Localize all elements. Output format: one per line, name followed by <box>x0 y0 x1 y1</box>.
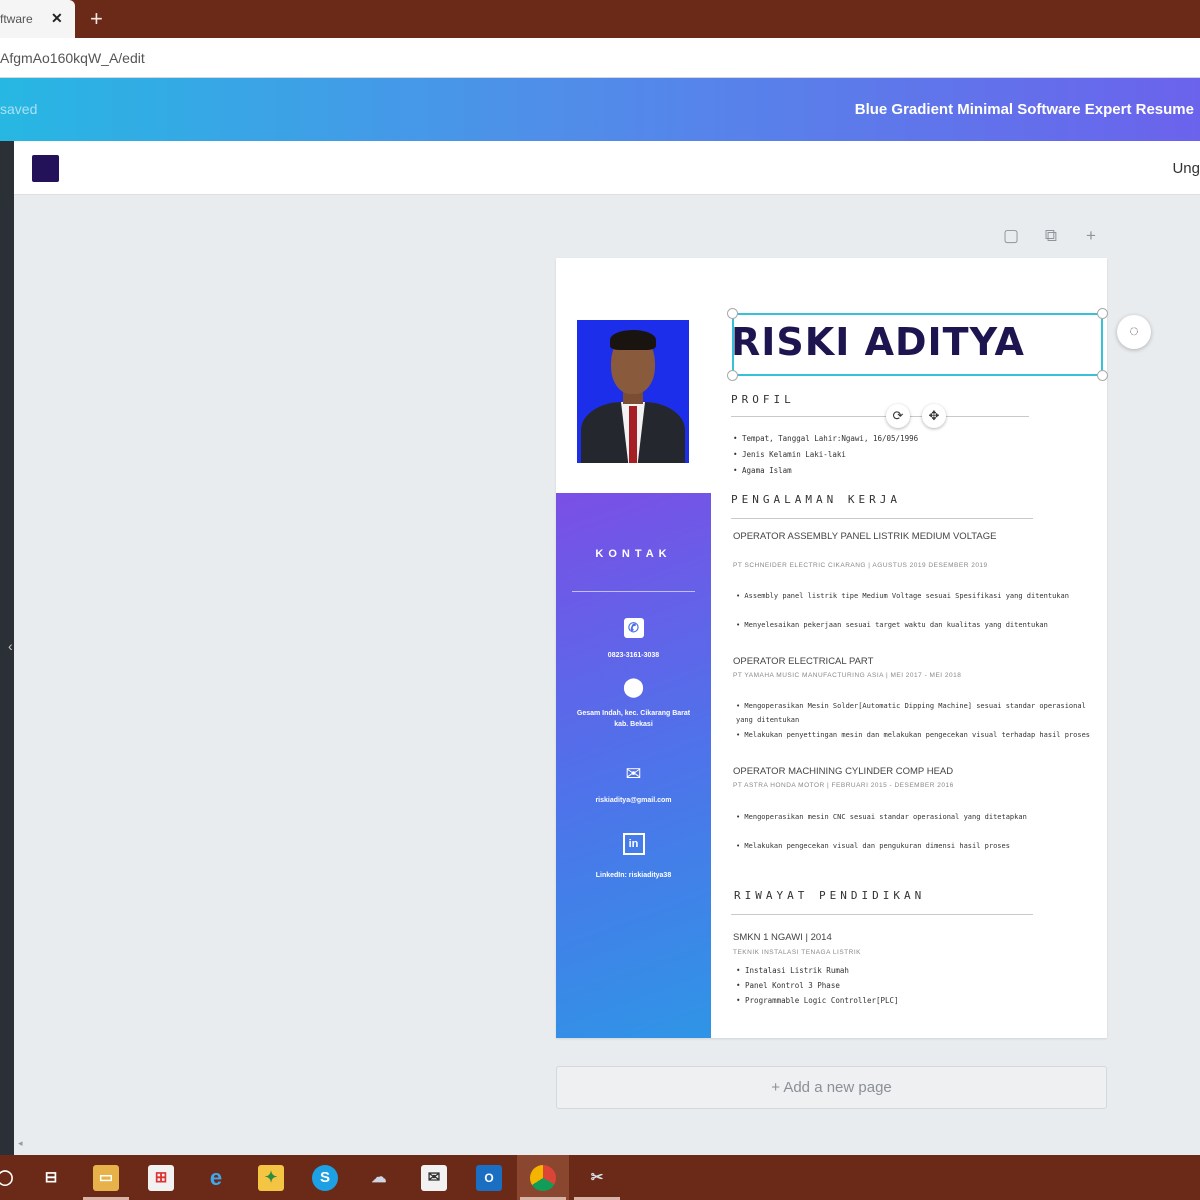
editor-toolbar: Ung <box>14 141 1200 195</box>
windows-logo-icon[interactable]: ◯ <box>0 1165 18 1191</box>
address-bar[interactable]: AfgmAo160kqW_A/edit <box>0 38 1200 78</box>
snipping-tool-icon[interactable]: ✂ <box>584 1165 610 1191</box>
job-meta: PT YAMAHA MUSIC MANUFACTURING ASIA | MEI… <box>733 672 962 679</box>
school-meta: TEKNIK INSTALASI TENAGA LISTRIK <box>733 949 861 956</box>
text-color-swatch[interactable] <box>32 155 59 182</box>
job-bullet: • Melakukan penyettingan mesin dan melak… <box>736 731 1091 739</box>
editor-header: saved Blue Gradient Minimal Software Exp… <box>0 78 1200 141</box>
contact-linkedin: LinkedIn: riskiaditya38 <box>595 872 672 879</box>
edge-icon[interactable]: e <box>203 1165 229 1191</box>
tab-title: ftware <box>0 12 33 26</box>
mail-icon[interactable]: ✉ <box>421 1165 447 1191</box>
profil-divider <box>731 416 1029 417</box>
location-pin-icon: ⬤ <box>622 677 645 698</box>
document-title[interactable]: Blue Gradient Minimal Software Expert Re… <box>855 101 1194 118</box>
job-bullet: • Menyelesaikan pekerjaan sesuai target … <box>736 621 1048 629</box>
comment-icon[interactable]: ◌ <box>1117 315 1151 349</box>
contact-address: Gesam Indah, kec. Cikarang Barat kab. Be… <box>576 710 691 728</box>
school-item: • Instalasi Listrik Rumah <box>736 966 849 975</box>
save-status: saved <box>0 101 38 117</box>
school-item: • Programmable Logic Controller[PLC] <box>736 996 899 1005</box>
pendidikan-divider <box>731 914 1033 915</box>
toolbar-font-button[interactable]: Ung <box>1172 160 1200 177</box>
job-meta: PT ASTRA HONDA MOTOR | FEBRUARI 2015 - D… <box>733 782 954 789</box>
new-tab-button[interactable]: + <box>90 6 103 32</box>
contact-sidebar[interactable]: KONTAK ✆ 0823-3161-3038 ⬤ Gesam Indah, k… <box>556 493 711 1038</box>
note-icon[interactable]: ▢ <box>1000 226 1022 248</box>
job-bullet: • Melakukan pengecekan visual dan penguk… <box>736 842 1010 850</box>
tab-close-icon[interactable]: ✕ <box>51 10 63 27</box>
pengalaman-heading: PENGALAMAN KERJA <box>731 493 901 506</box>
task-view-icon[interactable]: ⊟ <box>38 1165 64 1191</box>
job-bullet: • Assembly panel listrik tipe Medium Vol… <box>736 592 1069 600</box>
pengalaman-divider <box>731 518 1033 519</box>
job-bullet: • Mengoperasikan mesin CNC sesuai standa… <box>736 813 1027 821</box>
add-page-icon[interactable]: + <box>1080 226 1102 248</box>
job-bullet: • Mengoperasikan Mesin Solder[Automatic … <box>736 702 1086 724</box>
contact-phone: 0823-3161-3038 <box>607 652 660 659</box>
scroll-left-icon[interactable]: ◂ <box>18 1138 23 1149</box>
move-icon[interactable]: ✥ <box>922 404 946 428</box>
job-title: OPERATOR ASSEMBLY PANEL LISTRIK MEDIUM V… <box>733 531 997 542</box>
chrome-icon[interactable] <box>530 1165 556 1191</box>
school-name: SMKN 1 NGAWI | 2014 <box>733 932 832 943</box>
resize-handle[interactable] <box>727 308 738 319</box>
school-item: • Panel Kontrol 3 Phase <box>736 981 840 990</box>
phone-icon: ✆ <box>556 616 711 638</box>
browser-tab[interactable]: ftware ✕ <box>0 0 75 38</box>
resize-handle[interactable] <box>1097 308 1108 319</box>
pendidikan-heading: RIWAYAT PENDIDIKAN <box>734 889 926 902</box>
rotate-icon[interactable]: ⟳ <box>886 404 910 428</box>
file-explorer-icon[interactable]: ▭ <box>93 1165 119 1191</box>
mail-icon: ✉ <box>625 764 642 785</box>
linkedin-icon: in <box>556 831 711 855</box>
windows-taskbar: ◯ ⊟ ▭ ⊞ e ✦ S ☁ ✉ O ✂ <box>0 1155 1200 1200</box>
profil-item: • Jenis Kelamin Laki-laki <box>733 450 846 459</box>
job-meta: PT SCHNEIDER ELECTRIC CIKARANG | AGUSTUS… <box>733 562 988 569</box>
selection-box[interactable] <box>732 313 1103 376</box>
profile-photo[interactable] <box>577 320 689 463</box>
outlook-icon[interactable]: O <box>476 1165 502 1191</box>
resize-handle[interactable] <box>1097 370 1108 381</box>
url-text[interactable]: AfgmAo160kqW_A/edit <box>0 50 145 66</box>
chevron-left-icon: ‹ <box>8 638 13 654</box>
job-title: OPERATOR MACHINING CYLINDER COMP HEAD <box>733 766 954 777</box>
store-icon[interactable]: ⊞ <box>148 1165 174 1191</box>
profil-heading: PROFIL <box>731 393 795 406</box>
duplicate-page-icon[interactable]: ⧉ <box>1040 226 1062 248</box>
paint-icon[interactable]: ☁ <box>366 1165 392 1191</box>
kontak-heading: KONTAK <box>595 548 672 560</box>
resize-handle[interactable] <box>727 370 738 381</box>
skype-icon[interactable]: S <box>312 1165 338 1191</box>
kontak-divider <box>572 591 695 592</box>
add-new-page-button[interactable]: + Add a new page <box>556 1066 1107 1109</box>
browser-tab-strip: ftware ✕ + <box>0 0 1200 38</box>
job-title: OPERATOR ELECTRICAL PART <box>733 656 874 667</box>
folder-icon[interactable]: ✦ <box>258 1165 284 1191</box>
profil-item: • Agama Islam <box>733 466 792 475</box>
profil-item: • Tempat, Tanggal Lahir:Ngawi, 16/05/199… <box>733 434 919 443</box>
contact-email: riskiaditya@gmail.com <box>595 797 672 804</box>
